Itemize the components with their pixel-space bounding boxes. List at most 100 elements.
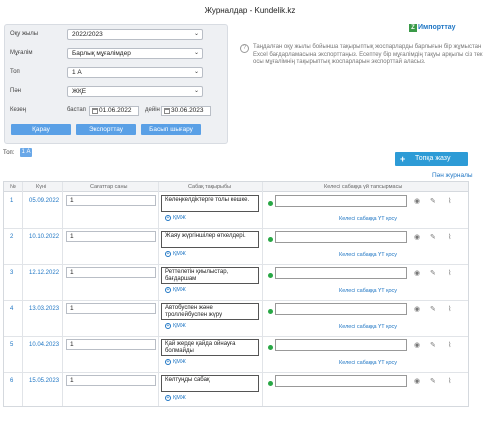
end-date-input[interactable]: 30.06.2023 bbox=[161, 106, 211, 116]
pencil-icon[interactable]: ✎ bbox=[430, 197, 436, 205]
plus-circle-icon: + bbox=[165, 323, 171, 329]
topic-input[interactable]: Көлтуңды сабақ bbox=[161, 375, 259, 392]
paperclip-icon[interactable]: ⌇ bbox=[448, 197, 451, 205]
year-label: Оқу жылы bbox=[10, 31, 39, 37]
homework-input[interactable] bbox=[275, 339, 407, 351]
group-value: 1 А bbox=[72, 69, 82, 76]
add-homework-link[interactable]: Келесі сабаққа ҮТ қосу bbox=[339, 288, 397, 294]
kmzh-add-link[interactable]: + ҚМЖ bbox=[165, 251, 186, 257]
eye-icon[interactable]: ◉ bbox=[414, 341, 420, 349]
homework-input[interactable] bbox=[275, 267, 407, 279]
topic-input[interactable]: Жаяу жүргіншілер өткелдері. bbox=[161, 231, 259, 248]
homework-input[interactable] bbox=[275, 303, 407, 315]
chevron-down-icon: ⌄ bbox=[193, 50, 199, 56]
eye-icon[interactable]: ◉ bbox=[414, 233, 420, 241]
header-homework: Келесі сабаққа үй тапсырмасы bbox=[324, 184, 403, 190]
pencil-icon[interactable]: ✎ bbox=[430, 233, 436, 241]
lesson-date-link[interactable]: 05.09.2022 bbox=[29, 198, 59, 204]
kmzh-add-link[interactable]: + ҚМЖ bbox=[165, 359, 186, 365]
pencil-icon[interactable]: ✎ bbox=[430, 341, 436, 349]
export-button[interactable]: Экспорттау bbox=[76, 124, 136, 135]
teacher-select[interactable]: Барлық мұғалімдер ⌄ bbox=[67, 48, 203, 59]
kmzh-add-link[interactable]: + ҚМЖ bbox=[165, 395, 186, 401]
paperclip-icon[interactable]: ⌇ bbox=[448, 377, 451, 385]
eye-icon[interactable]: ◉ bbox=[414, 377, 420, 385]
table-header: № Күні Сағаттар саны Сабақ тақырыбы Келе… bbox=[4, 182, 468, 192]
homework-input[interactable] bbox=[275, 375, 407, 387]
table-row: 2 10.10.2022 1 Жаяу жүргіншілер өткелдері. +… bbox=[4, 229, 468, 265]
page-title: Журналдар - Kundelik.kz bbox=[204, 6, 296, 15]
kmzh-label: ҚМЖ bbox=[173, 359, 186, 365]
table-row: 5 10.04.2023 1 Қай жерде қайда ойнауға болм… bbox=[4, 337, 468, 373]
row-number: 6 bbox=[10, 378, 14, 384]
view-button[interactable]: Қарау bbox=[11, 124, 71, 135]
header-hours: Сағаттар саны bbox=[90, 184, 128, 190]
pencil-icon[interactable]: ✎ bbox=[430, 305, 436, 313]
chevron-down-icon: ⌄ bbox=[193, 69, 199, 75]
lesson-date-link[interactable]: 13.03.2023 bbox=[29, 306, 59, 312]
subject-value: ЖҚЕ bbox=[72, 88, 87, 95]
topic-input[interactable]: Қай жерде қайда ойнауға болмайды bbox=[161, 339, 259, 356]
table-row: 4 13.03.2023 1 Автобуспен және троллейбуспе… bbox=[4, 301, 468, 337]
lesson-date-link[interactable]: 15.05.2023 bbox=[29, 378, 59, 384]
subject-select[interactable]: ЖҚЕ ⌄ bbox=[67, 86, 203, 97]
end-label: дейін bbox=[145, 107, 160, 113]
kmzh-label: ҚМЖ bbox=[173, 215, 186, 221]
hours-input[interactable]: 1 bbox=[66, 303, 156, 314]
hours-input[interactable]: 1 bbox=[66, 375, 156, 386]
kmzh-add-link[interactable]: + ҚМЖ bbox=[165, 215, 186, 221]
pencil-icon[interactable]: ✎ bbox=[430, 269, 436, 277]
teacher-label: Мұғалім bbox=[10, 50, 33, 56]
hours-input[interactable]: 1 bbox=[66, 339, 156, 350]
year-select[interactable]: 2022/2023 ⌄ bbox=[67, 29, 203, 40]
eye-icon[interactable]: ◉ bbox=[414, 305, 420, 313]
kmzh-add-link[interactable]: + ҚМЖ bbox=[165, 323, 186, 329]
topic-input[interactable]: Көлеңкелдіктерге толы кешке. bbox=[161, 195, 259, 212]
eye-icon[interactable]: ◉ bbox=[414, 269, 420, 277]
header-topic: Сабақ тақырыбы bbox=[188, 184, 232, 190]
group-select[interactable]: 1 А ⌄ bbox=[67, 67, 203, 78]
row-number: 3 bbox=[10, 270, 14, 276]
eye-icon[interactable]: ◉ bbox=[414, 197, 420, 205]
lesson-date-link[interactable]: 12.12.2022 bbox=[29, 270, 59, 276]
homework-input[interactable] bbox=[275, 195, 407, 207]
paperclip-icon[interactable]: ⌇ bbox=[448, 269, 451, 277]
start-date-input[interactable]: 01.06.2022 bbox=[89, 106, 139, 116]
calendar-icon bbox=[164, 108, 170, 114]
status-dot bbox=[268, 381, 273, 386]
lessons-table: № Күні Сағаттар саны Сабақ тақырыбы Келе… bbox=[3, 181, 469, 407]
kmzh-add-link[interactable]: + ҚМЖ bbox=[165, 287, 186, 293]
kmzh-label: ҚМЖ bbox=[173, 251, 186, 257]
topic-input[interactable]: Реттелетін қиылыстар, бағдаршам bbox=[161, 267, 259, 284]
topic-input[interactable]: Автобуспен және троллейбуспен жүру bbox=[161, 303, 259, 320]
add-homework-link[interactable]: Келесі сабаққа ҮТ қосу bbox=[339, 216, 397, 222]
add-homework-link[interactable]: Келесі сабаққа ҮТ қосу bbox=[339, 324, 397, 330]
group-badge[interactable]: 1 А bbox=[20, 148, 32, 157]
row-number: 2 bbox=[10, 234, 14, 240]
add-homework-link[interactable]: Келесі сабаққа ҮТ қосу bbox=[339, 360, 397, 366]
hours-input[interactable]: 1 bbox=[66, 195, 156, 206]
hours-input[interactable]: 1 bbox=[66, 267, 156, 278]
print-button[interactable]: Басып шығару bbox=[141, 124, 201, 135]
pencil-icon[interactable]: ✎ bbox=[430, 377, 436, 385]
subject-label: Пән bbox=[10, 88, 21, 94]
status-dot bbox=[268, 237, 273, 242]
plus-icon: + bbox=[400, 154, 406, 164]
lesson-date-link[interactable]: 10.10.2022 bbox=[29, 234, 59, 240]
plan-journal-link[interactable]: Пән журналы bbox=[432, 172, 473, 179]
paperclip-icon[interactable]: ⌇ bbox=[448, 341, 451, 349]
paperclip-icon[interactable]: ⌇ bbox=[448, 233, 451, 241]
end-date-value: 30.06.2023 bbox=[171, 107, 204, 114]
add-homework-link[interactable]: Келесі сабаққа ҮТ қосу bbox=[339, 252, 397, 258]
add-topic-button[interactable]: + Топқа жазу bbox=[395, 152, 468, 166]
help-icon: ? bbox=[240, 44, 249, 53]
homework-input[interactable] bbox=[275, 231, 407, 243]
group-filter-label: Топ bbox=[10, 69, 20, 75]
row-number: 4 bbox=[10, 306, 14, 312]
lesson-date-link[interactable]: 10.04.2023 bbox=[29, 342, 59, 348]
start-label: бастап bbox=[67, 107, 86, 113]
kmzh-label: ҚМЖ bbox=[173, 395, 186, 401]
import-link[interactable]: Импорттау bbox=[418, 24, 456, 31]
hours-input[interactable]: 1 bbox=[66, 231, 156, 242]
paperclip-icon[interactable]: ⌇ bbox=[448, 305, 451, 313]
